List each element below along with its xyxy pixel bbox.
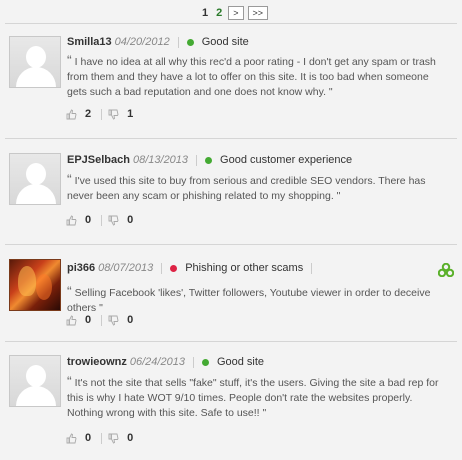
review-author[interactable]: trowieownz <box>67 356 127 368</box>
pagination: 1 2 > >> <box>200 6 269 20</box>
review-category: Phishing or other scams <box>185 262 304 274</box>
rating-dot-icon <box>186 38 194 46</box>
last-page-button[interactable]: >> <box>247 6 269 20</box>
avatar[interactable] <box>9 259 61 311</box>
review-header: pi366 08/07/2013 Phishing or other scams <box>67 262 320 274</box>
page-1-current: 1 <box>202 7 209 19</box>
avatar[interactable] <box>9 153 61 205</box>
review-date: 04/20/2012 <box>114 36 170 48</box>
review-category: Good customer experience <box>220 154 353 166</box>
divider <box>5 244 457 245</box>
divider <box>5 138 457 139</box>
thumbs-down-icon[interactable] <box>108 433 119 444</box>
review-date: 08/07/2013 <box>98 262 154 274</box>
avatar[interactable] <box>9 36 61 88</box>
divider <box>5 341 457 342</box>
review-category: Good site <box>216 356 265 368</box>
review-date: 06/24/2013 <box>129 356 185 368</box>
review-text: “Selling Facebook 'likes', Twitter follo… <box>67 283 431 315</box>
review-author[interactable]: pi366 <box>67 262 95 274</box>
review-author[interactable]: Smilla13 <box>67 36 112 48</box>
thumbs-up-icon[interactable] <box>66 432 77 444</box>
downvote-count: 0 <box>127 432 134 444</box>
review-category: Good site <box>201 36 249 48</box>
vote-bar: 0 0 <box>66 314 143 326</box>
downvote-count: 1 <box>127 108 134 120</box>
thumbs-down-icon[interactable] <box>108 109 119 120</box>
review-text: “It's not the site that sells "fake" stu… <box>67 373 439 420</box>
thumbs-up-icon[interactable] <box>66 314 77 326</box>
avatar[interactable] <box>9 355 61 407</box>
vote-bar: 2 1 <box>66 108 143 120</box>
review-text: “I've used this site to buy from serious… <box>67 171 426 203</box>
upvote-count: 0 <box>85 314 92 326</box>
rating-dot-icon <box>201 358 209 366</box>
rating-dot-icon <box>205 156 213 164</box>
review-text: “I have no idea at all why this rec'd a … <box>67 52 436 99</box>
next-page-button[interactable]: > <box>228 6 244 20</box>
downvote-count: 0 <box>127 314 134 326</box>
page-2-link[interactable]: 2 <box>214 7 224 19</box>
downvote-count: 0 <box>127 214 134 226</box>
share-icon[interactable] <box>437 262 455 282</box>
thumbs-up-icon[interactable] <box>66 214 77 226</box>
review-header: Smilla13 04/20/2012 Good site <box>67 36 249 48</box>
thumbs-down-icon[interactable] <box>108 215 119 226</box>
review-header: trowieownz 06/24/2013 Good site <box>67 356 264 368</box>
review-header: EPJSelbach 08/13/2013 Good customer expe… <box>67 154 352 166</box>
vote-bar: 0 0 <box>66 214 143 226</box>
rating-dot-icon <box>170 264 178 272</box>
upvote-count: 0 <box>85 432 92 444</box>
review-date: 08/13/2013 <box>132 154 189 166</box>
review-author[interactable]: EPJSelbach <box>67 154 130 166</box>
upvote-count: 0 <box>85 214 92 226</box>
vote-bar: 0 0 <box>66 432 143 444</box>
thumbs-down-icon[interactable] <box>108 315 119 326</box>
thumbs-up-icon[interactable] <box>66 108 77 120</box>
divider <box>5 23 457 24</box>
upvote-count: 2 <box>85 108 92 120</box>
